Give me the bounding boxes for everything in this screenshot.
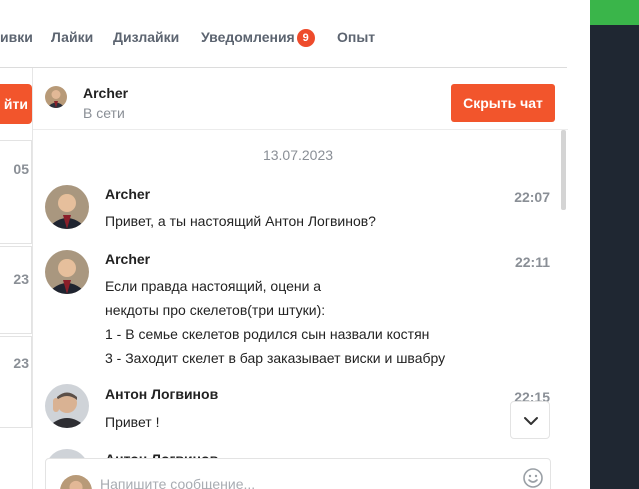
side-panel <box>590 0 639 489</box>
chat-partner-name[interactable]: Archer <box>83 85 128 101</box>
left-card[interactable]: 23 <box>0 336 32 428</box>
tab-notifications-label: Уведомления <box>201 29 295 45</box>
message-author[interactable]: Archer <box>105 251 150 267</box>
date-separator: 13.07.2023 <box>262 147 334 163</box>
chevron-down-icon <box>524 417 538 425</box>
scroll-down-button[interactable] <box>510 401 550 439</box>
message-composer <box>45 458 551 489</box>
message-author[interactable]: Archer <box>105 186 150 202</box>
emoji-icon[interactable] <box>522 467 544 489</box>
left-action-button[interactable]: йти <box>0 84 32 124</box>
message-text: Если правда настоящий, оцени а <box>105 278 322 294</box>
tab-dislikes[interactable]: Дизлайки <box>113 29 179 45</box>
message-author[interactable]: Антон Логвинов <box>105 386 218 402</box>
left-card[interactable]: 05 <box>0 140 32 244</box>
avatar <box>60 475 92 489</box>
avatar[interactable] <box>45 384 89 428</box>
top-nav: ивки Лайки Дизлайки Уведомления 9 Опыт <box>0 0 567 68</box>
message-time: 22:11 <box>514 254 550 270</box>
message-text: некдоты про скелетов(три штуки): <box>105 302 326 318</box>
tab-notifications[interactable]: Уведомления 9 <box>201 29 315 47</box>
left-card[interactable]: 23 <box>0 246 32 334</box>
notifications-badge: 9 <box>296 29 315 47</box>
chat-partner-status: В сети <box>83 105 125 121</box>
chat-panel: Archer В сети Скрыть чат 13.07.2023 Arch… <box>32 68 568 489</box>
message-input[interactable] <box>100 476 480 489</box>
message-text: Привет ! <box>105 414 160 430</box>
avatar[interactable] <box>45 250 89 294</box>
tab-partial[interactable]: ивки <box>0 29 33 45</box>
left-card-time: 23 <box>13 355 29 371</box>
message-text: 3 - Заходит скелет в бар заказывает виск… <box>105 350 446 366</box>
avatar[interactable] <box>45 86 67 108</box>
scrollbar[interactable] <box>561 130 566 210</box>
message-text: 1 - В семье скелетов родился сын назвали… <box>105 326 430 342</box>
message-time: 22:07 <box>514 189 550 205</box>
hide-chat-button[interactable]: Скрыть чат <box>451 84 555 122</box>
left-column: йти 05 23 23 <box>0 68 32 428</box>
avatar[interactable] <box>45 185 89 229</box>
message-text: Привет, а ты настоящий Антон Логвинов? <box>105 213 376 229</box>
side-panel-accent <box>590 0 639 25</box>
left-action-label: йти <box>3 96 28 112</box>
tab-likes[interactable]: Лайки <box>51 29 93 45</box>
left-card-time: 23 <box>13 271 29 287</box>
tab-experience[interactable]: Опыт <box>337 29 375 45</box>
chat-header: Archer В сети Скрыть чат <box>33 68 568 130</box>
left-card-time: 05 <box>13 161 29 177</box>
